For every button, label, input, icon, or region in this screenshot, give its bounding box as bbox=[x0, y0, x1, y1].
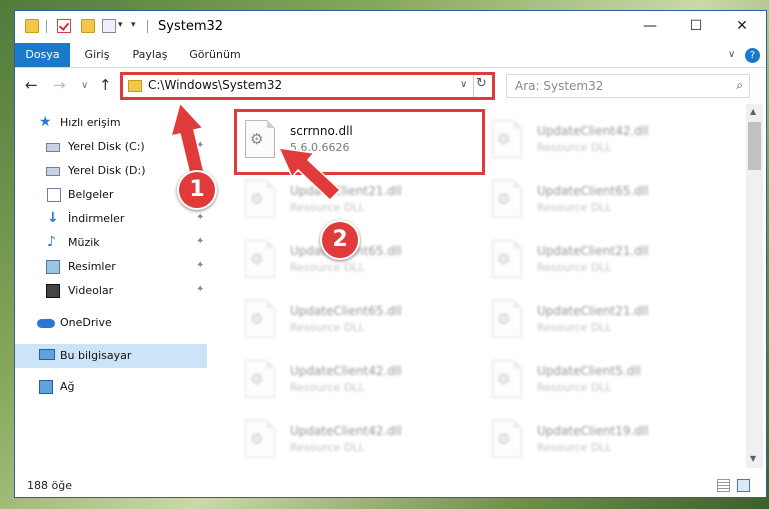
annotation-arrows bbox=[169, 101, 342, 202]
arrow-1 bbox=[169, 101, 205, 176]
annotation-badge-2: 2 bbox=[320, 220, 360, 260]
annotation-badge-1: 1 bbox=[177, 170, 217, 210]
arrow-2 bbox=[277, 147, 342, 202]
